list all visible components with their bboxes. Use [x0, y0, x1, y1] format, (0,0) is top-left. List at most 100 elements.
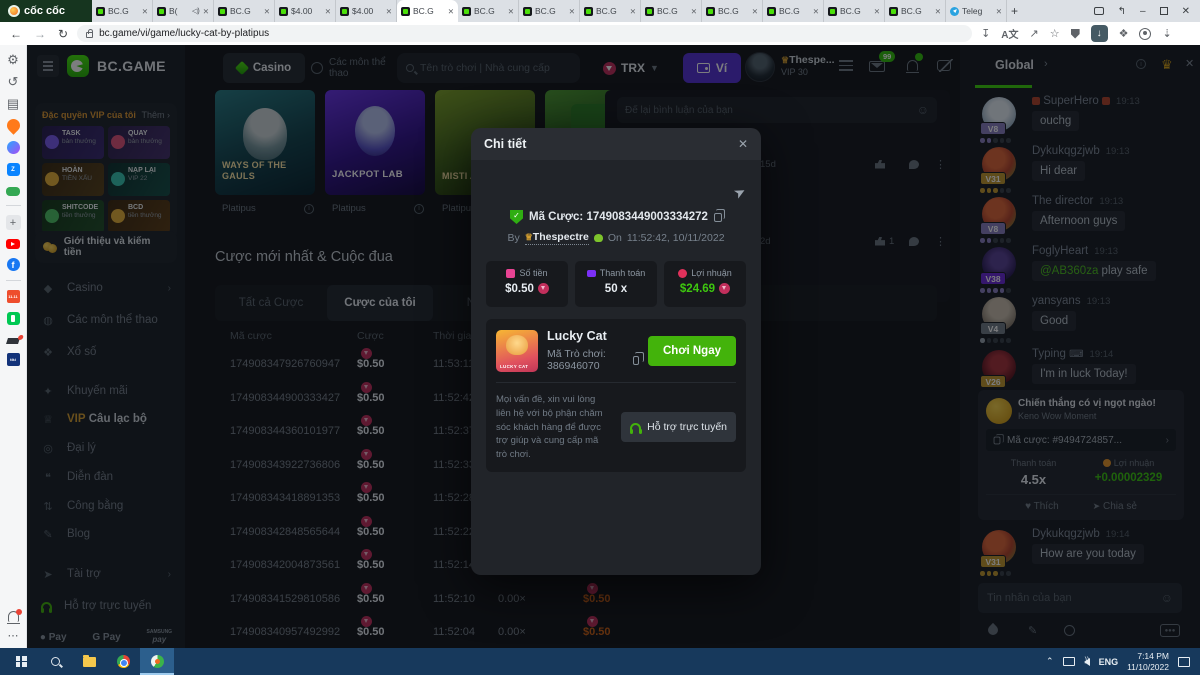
browser-tab[interactable]: BC.G✕	[702, 0, 763, 22]
translate-icon[interactable]: A文	[1001, 26, 1018, 41]
tray-expand-icon[interactable]: ⌃	[1046, 656, 1054, 667]
action-center-icon[interactable]	[1178, 657, 1190, 667]
tab-close-icon[interactable]: ✕	[630, 7, 636, 16]
reload-icon[interactable]: ↻	[58, 27, 68, 41]
game-id-value[interactable]: 386946070	[547, 360, 600, 372]
notifications-bell-icon[interactable]	[8, 611, 19, 622]
tab-close-icon[interactable]: ✕	[386, 7, 392, 16]
add-shortcut-button[interactable]: +	[6, 215, 21, 230]
back-icon[interactable]: ←	[10, 27, 22, 41]
tab-close-icon[interactable]: ✕	[935, 7, 941, 16]
bcgame-favicon	[889, 7, 898, 16]
save-page-icon[interactable]: ↧	[981, 27, 990, 40]
browser-tab[interactable]: BC.G✕	[458, 0, 519, 22]
bet-stats: Số tiền $0.50 Thanh toán 50 x Lợi nhuận …	[486, 261, 746, 307]
shopee-icon[interactable]: 11.11	[7, 290, 20, 303]
chrome-icon[interactable]	[106, 648, 140, 675]
facebook-icon[interactable]: f	[7, 258, 20, 271]
taskbar-search-icon[interactable]	[38, 648, 72, 675]
url-text[interactable]: bc.game/vi/game/lucky-cat-by-platipus	[99, 28, 269, 39]
bookmark-star-icon[interactable]: ☆	[1050, 27, 1060, 40]
stat-payout: Thanh toán 50 x	[575, 261, 657, 307]
forward-icon[interactable]: →	[34, 27, 46, 41]
games-icon[interactable]	[6, 187, 20, 196]
tiki-icon[interactable]: tiki	[7, 353, 20, 366]
divider	[6, 205, 21, 206]
coccoc-taskbar-icon[interactable]	[140, 648, 174, 675]
taskbar-clock[interactable]: 7:14 PM11/10/2022	[1127, 651, 1169, 672]
share-icon[interactable]: ↗	[1030, 27, 1039, 40]
copy-icon[interactable]	[633, 356, 639, 365]
maximize-button[interactable]	[1160, 7, 1168, 15]
tab-close-icon[interactable]: ✕	[996, 7, 1002, 16]
youtube-icon[interactable]	[6, 239, 20, 249]
tab-close-icon[interactable]: ✕	[874, 7, 880, 16]
trx-coin-icon	[538, 283, 549, 294]
browser-tab[interactable]: $4.00✕	[336, 0, 397, 22]
browser-tab[interactable]: BC.G✕	[641, 0, 702, 22]
play-now-button[interactable]: Chơi Ngay	[648, 336, 736, 366]
hot-news-icon[interactable]	[4, 116, 22, 134]
minimize-button[interactable]: –	[1140, 6, 1146, 17]
extensions-icon[interactable]: ❖	[1119, 27, 1129, 40]
bet-datetime: 11:52:42, 10/11/2022	[627, 232, 725, 244]
start-button[interactable]	[4, 648, 38, 675]
modal-title: Chi tiết	[484, 137, 526, 151]
browser-tab[interactable]: BC.G✕	[763, 0, 824, 22]
tab-close-icon[interactable]: ✕	[325, 7, 331, 16]
share-icon[interactable]: ➤	[731, 182, 749, 203]
new-tab-button[interactable]: +	[1007, 0, 1033, 22]
bcgame-favicon	[645, 7, 654, 16]
battery-app-icon[interactable]	[7, 312, 20, 325]
adblock-shield-icon[interactable]	[1071, 29, 1080, 39]
history-icon[interactable]: ↺	[8, 75, 19, 88]
language-indicator[interactable]: ENG	[1099, 657, 1119, 667]
bet-id-value[interactable]: 1749083449003334272	[586, 211, 708, 223]
education-app-icon[interactable]	[6, 338, 20, 344]
browser-tab-active[interactable]: BC.G✕	[397, 0, 458, 22]
zalo-icon[interactable]: Z	[7, 163, 20, 176]
close-window-button[interactable]: ✕	[1182, 6, 1190, 17]
browser-tab[interactable]: BC.G✕	[214, 0, 275, 22]
newsfeed-icon[interactable]: ▤	[7, 97, 19, 110]
author-link[interactable]: ♕Thespectre	[525, 231, 589, 245]
modal-close-icon[interactable]: ✕	[738, 137, 748, 151]
file-explorer-icon[interactable]	[72, 648, 106, 675]
settings-gear-icon[interactable]: ⚙	[7, 53, 19, 66]
tab-close-icon[interactable]: ✕	[448, 7, 454, 16]
browser-tab[interactable]: BC.G✕	[824, 0, 885, 22]
tab-audio-icon[interactable]: ◁)	[192, 7, 200, 15]
tab-close-icon[interactable]: ✕	[508, 7, 514, 16]
more-options-icon[interactable]: ⋯	[8, 631, 19, 642]
browser-tab-telegram[interactable]: Teleg✕	[946, 0, 1007, 22]
tab-close-icon[interactable]: ✕	[264, 7, 270, 16]
coccoc-logo-icon	[8, 5, 20, 17]
download-active-icon[interactable]: ↓	[1091, 25, 1108, 42]
tab-close-icon[interactable]: ✕	[203, 7, 209, 16]
browser-tab[interactable]: BC.G✕	[92, 0, 153, 22]
tab-close-icon[interactable]: ✕	[813, 7, 819, 16]
volume-icon[interactable]	[1084, 658, 1090, 666]
browser-tab[interactable]: BC.G✕	[580, 0, 641, 22]
profile-icon[interactable]	[1139, 28, 1151, 40]
browser-tab[interactable]: B(◁)✕	[153, 0, 214, 22]
tab-close-icon[interactable]: ✕	[142, 7, 148, 16]
browser-tab[interactable]: BC.G✕	[519, 0, 580, 22]
tab-close-icon[interactable]: ✕	[752, 7, 758, 16]
live-support-button[interactable]: Hỗ trợ trực tuyến	[621, 412, 736, 442]
tab-close-icon[interactable]: ✕	[691, 7, 697, 16]
headset-icon	[630, 423, 641, 431]
flip-tab-icon[interactable]: ↰	[1118, 6, 1126, 17]
url-box[interactable]: bc.game/vi/game/lucky-cat-by-platipus	[77, 25, 972, 42]
browser-tab[interactable]: BC.G✕	[885, 0, 946, 22]
bcgame-favicon	[584, 7, 593, 16]
downloads-tray-icon[interactable]: ⇣	[1162, 27, 1171, 40]
messenger-icon[interactable]	[7, 141, 20, 154]
system-tray: ⌃ ENG 7:14 PM11/10/2022	[1046, 651, 1196, 672]
lucky-cat-thumbnail[interactable]	[496, 330, 538, 372]
tab-search-icon[interactable]	[1094, 7, 1104, 15]
browser-tab[interactable]: $4.00✕	[275, 0, 336, 22]
copy-icon[interactable]	[714, 213, 722, 222]
tab-close-icon[interactable]: ✕	[569, 7, 575, 16]
network-icon[interactable]	[1063, 657, 1075, 666]
